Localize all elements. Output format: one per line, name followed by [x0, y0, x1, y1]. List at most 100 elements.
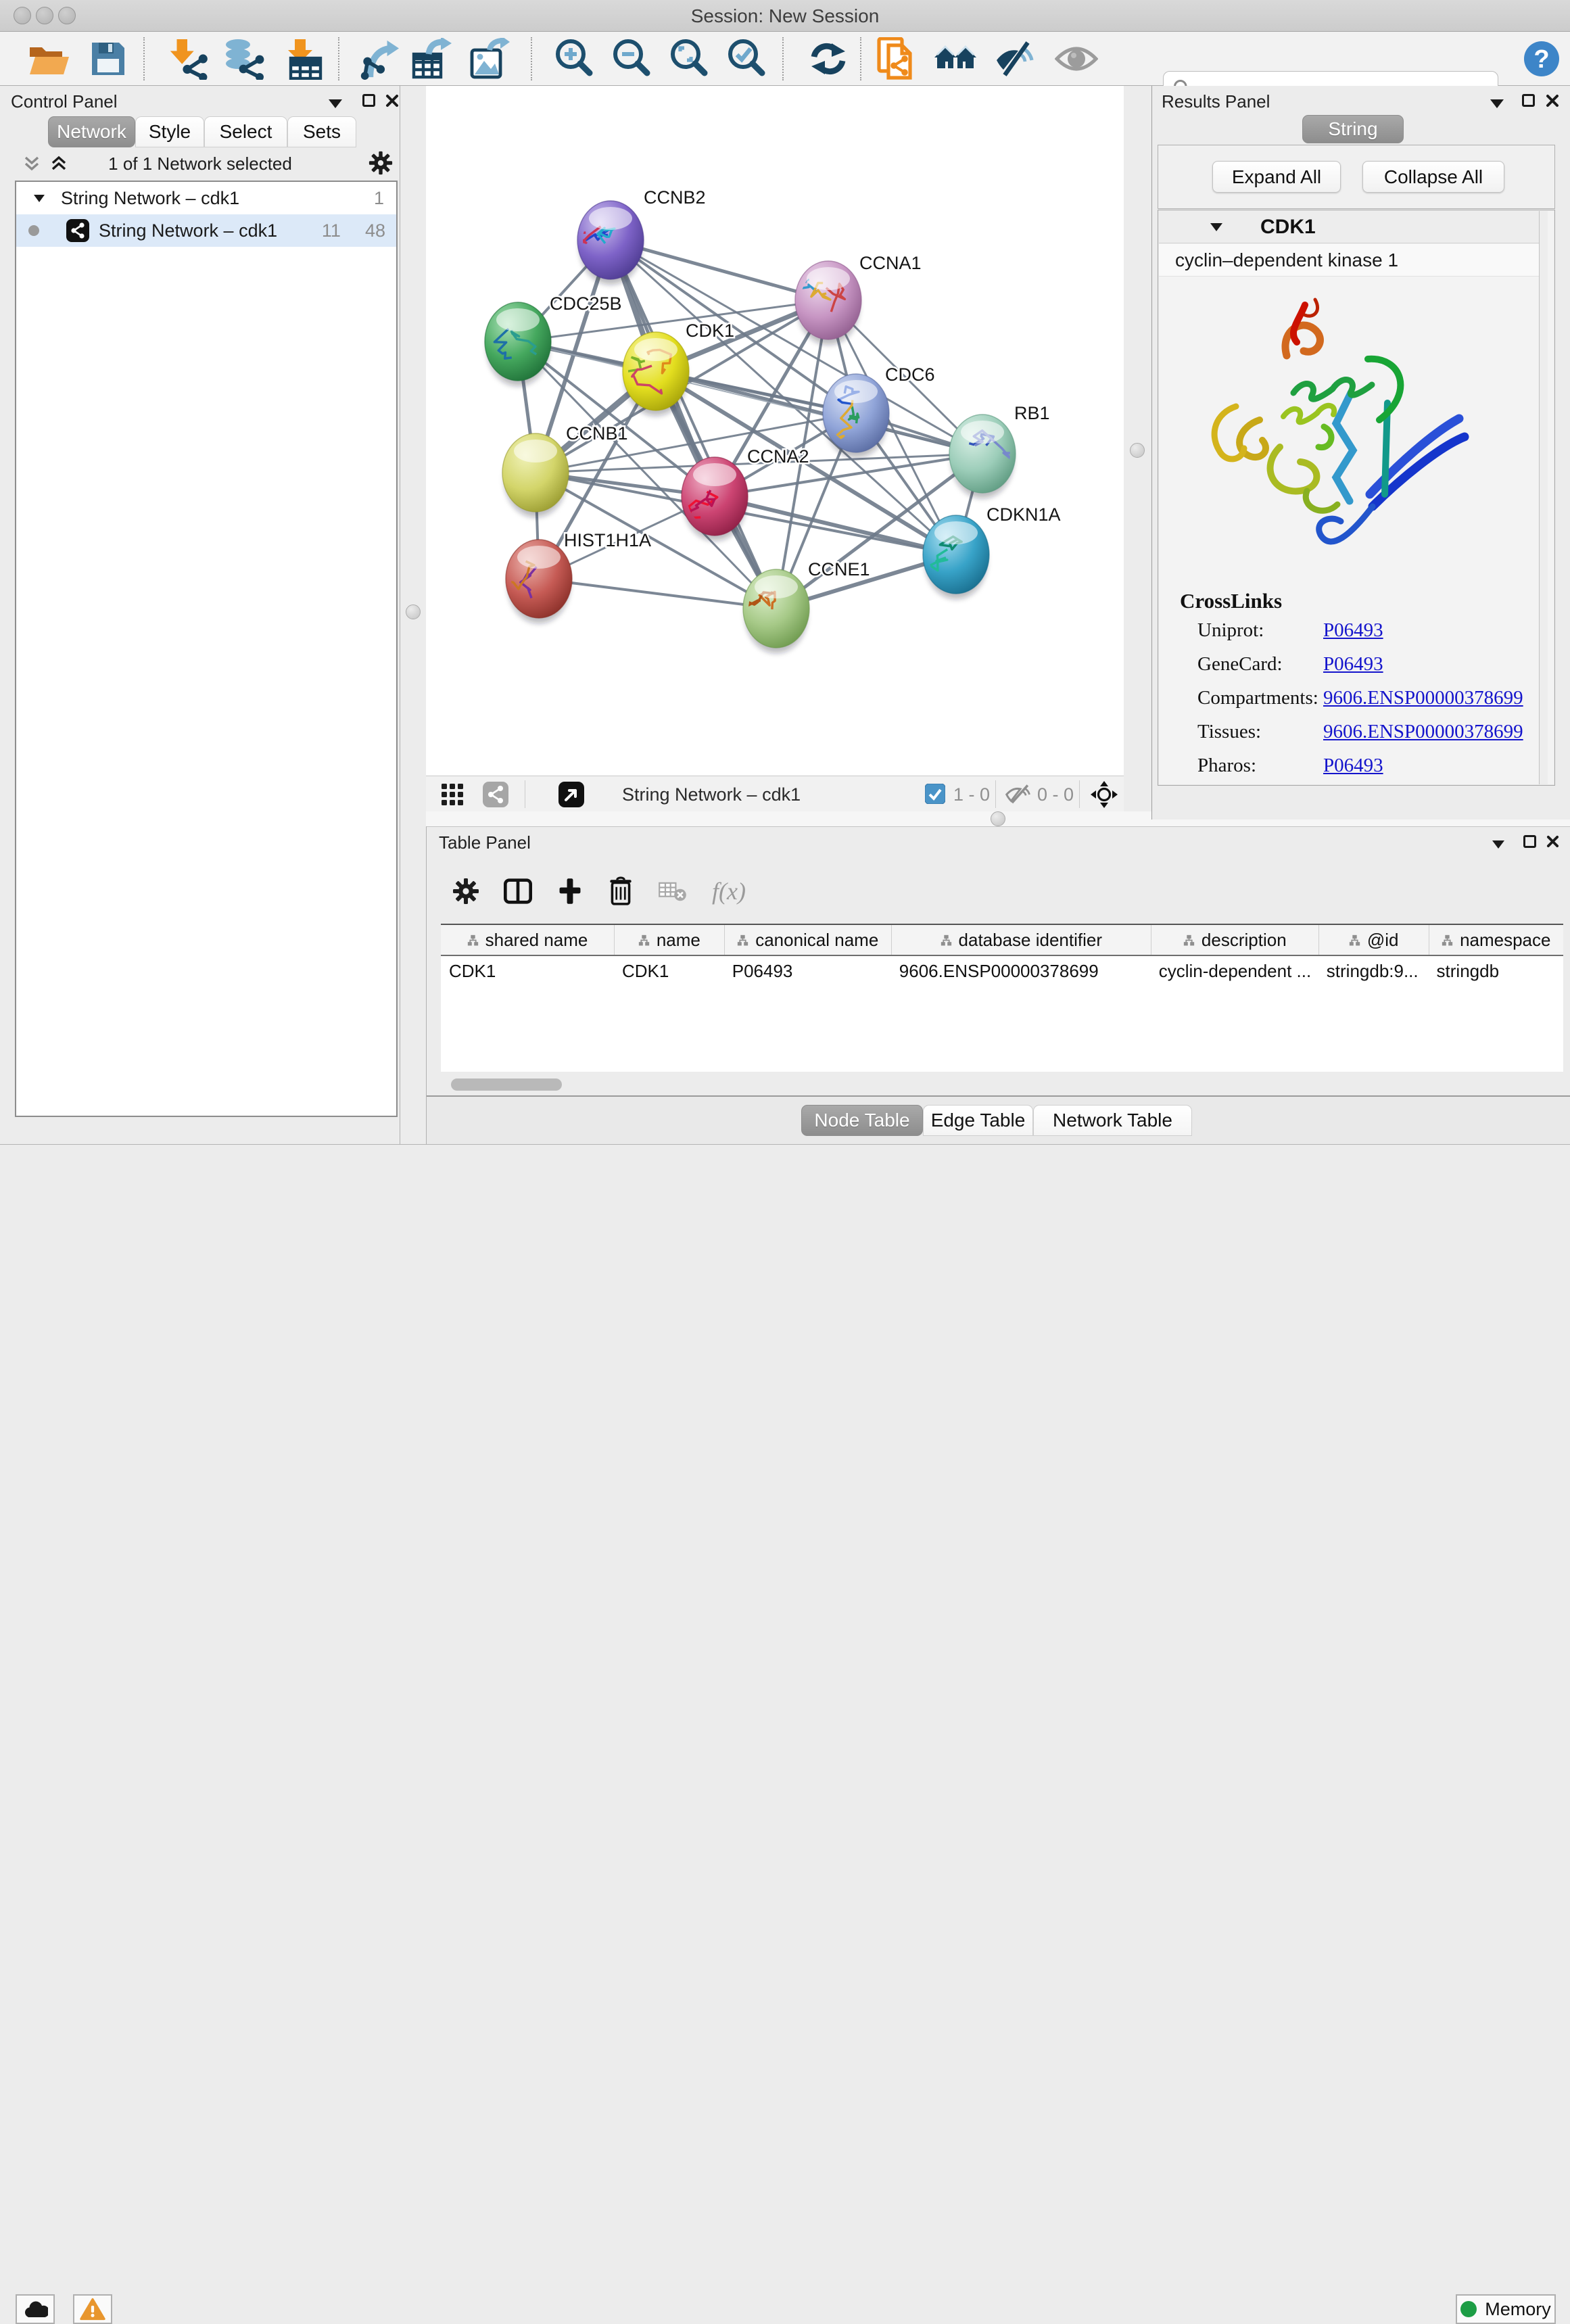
open-session-icon[interactable]: [28, 39, 70, 79]
warning-status-button[interactable]: [73, 2294, 112, 2324]
network-edge[interactable]: [539, 579, 776, 609]
gene-header-row[interactable]: CDK1: [1159, 211, 1546, 243]
table-cell[interactable]: P06493: [724, 956, 891, 987]
column-header-name[interactable]: name: [614, 925, 724, 955]
column-header--id[interactable]: @id: [1318, 925, 1429, 955]
tab-network[interactable]: Network: [48, 116, 135, 147]
results-panel-float-icon[interactable]: [1522, 94, 1535, 107]
table-hscrollbar-thumb[interactable]: [451, 1078, 562, 1091]
show-columns-icon[interactable]: [504, 877, 532, 905]
network-node-CCNB2[interactable]: CCNB2: [573, 187, 705, 285]
hide-selected-icon[interactable]: [994, 39, 1036, 79]
network-node-CDC25B[interactable]: CDC25B: [485, 293, 622, 386]
selected-checkbox-icon[interactable]: [925, 784, 945, 804]
left-splitter[interactable]: [400, 86, 426, 1144]
export-network-icon[interactable]: [357, 39, 399, 79]
table-row[interactable]: CDK1CDK1P064939606.ENSP00000378699cyclin…: [441, 956, 1563, 987]
crosslink-value-link[interactable]: P06493: [1323, 653, 1383, 675]
help-icon[interactable]: ?: [1523, 39, 1561, 79]
control-panel-float-icon[interactable]: [362, 94, 375, 107]
import-network-file-icon[interactable]: [166, 39, 208, 79]
network-view-toolbar: String Network – cdk1 1 - 0 0 - 0: [426, 776, 1124, 811]
network-node-CDKN1A[interactable]: CDKN1A: [923, 504, 1061, 599]
delete-column-icon[interactable]: [608, 876, 634, 906]
right-splitter-knob[interactable]: [1130, 443, 1145, 458]
fit-content-crosshair-icon[interactable]: [1090, 780, 1118, 809]
network-row[interactable]: String Network – cdk1 11 48: [16, 214, 396, 247]
string-document-icon[interactable]: [876, 39, 915, 79]
control-panel-menu-icon[interactable]: [329, 99, 342, 108]
table-panel-menu-icon[interactable]: [1492, 840, 1504, 849]
export-image-icon[interactable]: [468, 39, 510, 79]
network-node-RB1[interactable]: RB1: [949, 403, 1050, 498]
control-panel-close-icon[interactable]: [385, 94, 399, 108]
import-network-database-icon[interactable]: [220, 39, 265, 79]
network-node-CDK1[interactable]: CDK1: [617, 321, 734, 416]
crosslink-row: Uniprot:P06493: [1197, 619, 1515, 642]
tab-edge-table[interactable]: Edge Table: [923, 1105, 1033, 1136]
memory-button[interactable]: Memory: [1456, 2294, 1556, 2324]
export-table-icon[interactable]: [410, 39, 453, 79]
zoom-fit-icon[interactable]: [668, 39, 710, 79]
network-node-HIST1H1A[interactable]: HIST1H1A: [496, 530, 651, 623]
table-cell[interactable]: cyclin-dependent ...: [1151, 956, 1318, 987]
table-cell[interactable]: stringdb: [1429, 956, 1563, 987]
crosslink-value-link[interactable]: P06493: [1323, 755, 1383, 777]
zoom-out-icon[interactable]: [611, 39, 652, 79]
left-splitter-knob[interactable]: [406, 604, 421, 619]
network-options-gear-icon[interactable]: [368, 151, 393, 175]
cloud-status-button[interactable]: [16, 2294, 55, 2324]
table-panel-close-icon[interactable]: [1546, 835, 1559, 848]
results-panel-close-icon[interactable]: [1546, 94, 1559, 108]
add-column-icon[interactable]: [556, 877, 584, 905]
tab-string[interactable]: String: [1302, 115, 1404, 143]
grid-view-icon[interactable]: [441, 783, 464, 806]
import-table-file-icon[interactable]: [284, 39, 325, 79]
column-header-canonical-name[interactable]: canonical name: [724, 925, 891, 955]
network-graph[interactable]: CCNB2CCNA1CDC25BCDK1CDC6RB1CCNB1CCNA2CDK…: [426, 86, 1124, 776]
node-label-CDC6: CDC6: [885, 364, 935, 385]
zoom-selected-icon[interactable]: [725, 39, 767, 79]
tab-node-table[interactable]: Node Table: [801, 1105, 923, 1136]
network-node-CDC6[interactable]: CDC6: [823, 364, 935, 458]
table-panel-float-icon[interactable]: [1523, 835, 1536, 848]
tab-select[interactable]: Select: [204, 116, 287, 147]
zoom-in-icon[interactable]: [553, 39, 595, 79]
separator: [1079, 780, 1080, 808]
tab-style[interactable]: Style: [135, 116, 204, 147]
node-table[interactable]: shared namenamecanonical namedatabase id…: [441, 924, 1563, 1072]
crosslink-value-link[interactable]: P06493: [1323, 619, 1383, 642]
crosslink-label: Uniprot:: [1197, 619, 1323, 642]
save-session-icon[interactable]: [89, 39, 127, 79]
network-edge[interactable]: [611, 240, 776, 609]
results-scrollbar[interactable]: [1539, 211, 1548, 784]
table-cell[interactable]: CDK1: [614, 956, 724, 987]
network-node-CCNE1[interactable]: CCNE1: [742, 559, 870, 653]
tab-network-table[interactable]: Network Table: [1033, 1105, 1192, 1136]
collapse-all-button[interactable]: Collapse All: [1362, 161, 1504, 193]
table-cell[interactable]: CDK1: [441, 956, 614, 987]
column-header-shared-name[interactable]: shared name: [441, 925, 614, 955]
network-canvas[interactable]: CCNB2CCNA1CDC25BCDK1CDC6RB1CCNB1CCNA2CDK…: [426, 86, 1124, 776]
crosslink-value-link[interactable]: 9606.ENSP00000378699: [1323, 721, 1523, 743]
results-panel-menu-icon[interactable]: [1490, 99, 1504, 108]
bottom-splitter-knob[interactable]: [991, 811, 1005, 826]
right-splitter[interactable]: [1124, 86, 1151, 811]
collection-expand-icon[interactable]: [34, 195, 45, 202]
network-share-view-icon[interactable]: [483, 782, 508, 807]
gene-collapse-icon[interactable]: [1210, 223, 1222, 231]
table-cell[interactable]: stringdb:9...: [1318, 956, 1429, 987]
table-gear-icon[interactable]: [452, 878, 479, 905]
refresh-view-icon[interactable]: [806, 39, 851, 79]
table-cell[interactable]: 9606.ENSP00000378699: [891, 956, 1151, 987]
string-home-icon[interactable]: [933, 39, 978, 79]
tab-sets[interactable]: Sets: [287, 116, 356, 147]
show-all-icon[interactable]: [1055, 39, 1098, 79]
column-header-namespace[interactable]: namespace: [1429, 925, 1563, 955]
network-collection-row[interactable]: String Network – cdk1 1: [16, 182, 396, 214]
column-header-description[interactable]: description: [1151, 925, 1318, 955]
column-header-database-identifier[interactable]: database identifier: [891, 925, 1151, 955]
crosslink-value-link[interactable]: 9606.ENSP00000378699: [1323, 687, 1523, 709]
detach-view-icon[interactable]: [558, 782, 584, 807]
expand-all-button[interactable]: Expand All: [1212, 161, 1341, 193]
